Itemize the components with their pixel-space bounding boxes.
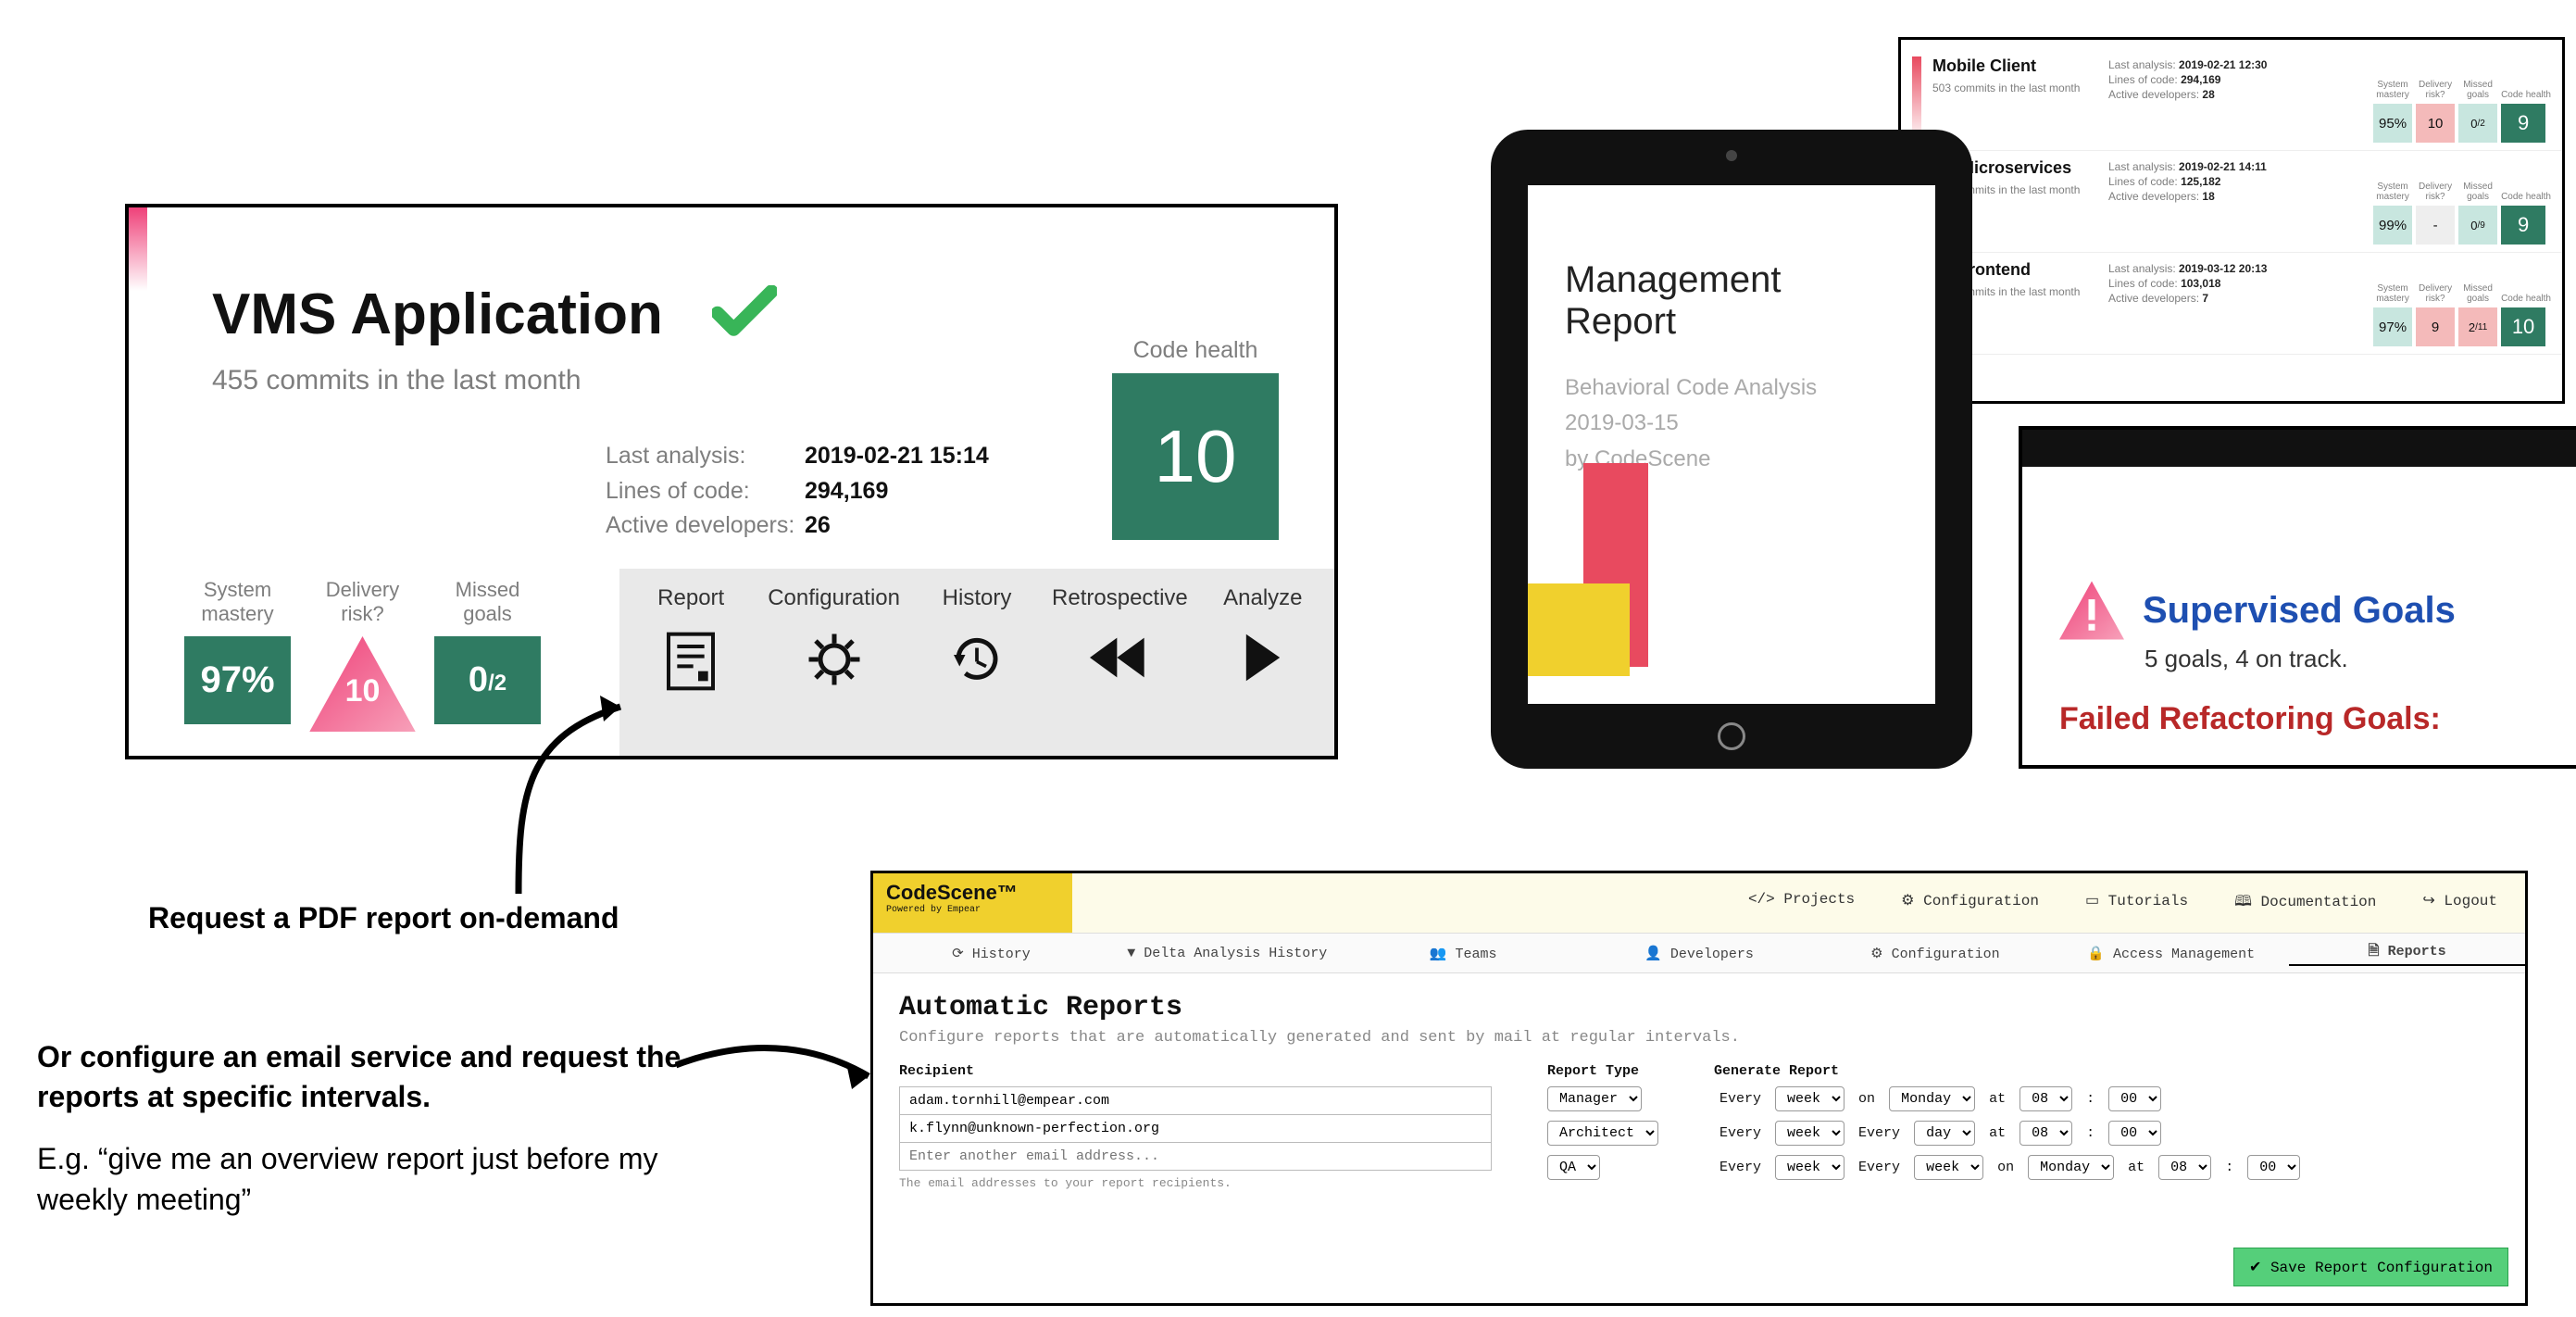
project-row-cut: Em [1901, 355, 2562, 392]
triangle-icon: 10 [309, 636, 416, 724]
failed-goals-heading: Failed Refactoring Goals: [2059, 701, 2576, 737]
goals-subtitle: 5 goals, 4 on track. [2145, 645, 2576, 673]
history-icon [949, 632, 1005, 701]
report-type-column: Report Type Manager Architect QA [1547, 1063, 1658, 1190]
day-select[interactable]: day [1914, 1121, 1975, 1146]
titlebar [2022, 430, 2576, 467]
report-type-select-1[interactable]: Manager [1547, 1086, 1642, 1111]
code-health-label: Code health [1112, 337, 1279, 364]
top-nav: </> Projects ⚙ Configuration ▭ Tutorials… [1748, 891, 2525, 916]
nav-configuration[interactable]: ⚙ Configuration [1901, 891, 2039, 916]
check-icon [712, 282, 777, 356]
ipad-mockup: Management Report Behavioral Code Analys… [1491, 130, 1972, 769]
stats-row: System mastery 97% Delivery risk? 10 Mis… [184, 578, 541, 724]
arrow-to-report [491, 681, 676, 926]
vms-application-card: VMS Application 455 commits in the last … [125, 204, 1338, 759]
brand-logo[interactable]: CodeScene™ Powered by Empear [873, 873, 1072, 933]
subnav-teams[interactable]: 👥 Teams [1345, 945, 1582, 962]
nav-logout[interactable]: ↪ Logout [2422, 891, 2497, 916]
commits-summary: 455 commits in the last month [212, 365, 581, 396]
warning-triangle-icon [2059, 578, 2124, 643]
generate-label: Generate Report [1714, 1063, 2300, 1079]
recipient-hint: The email addresses to your report recip… [899, 1176, 1492, 1190]
period-select[interactable]: week [1775, 1086, 1844, 1111]
top-bar: CodeScene™ Powered by Empear </> Project… [873, 873, 2525, 933]
page-description: Configure reports that are automatically… [899, 1029, 2499, 1047]
project-row: Mobile Client 503 commits in the last mo… [1901, 49, 2562, 151]
report-collage: Mobile Client 503 commits in the last mo… [1435, 9, 2565, 778]
subnav-reports[interactable]: 🗎 Reports [2289, 941, 2525, 966]
save-button[interactable]: ✔ Save Report Configuration [2233, 1248, 2508, 1286]
metadata-block: Last analysis:2019-02-21 15:14 Lines of … [606, 439, 989, 544]
hour-select[interactable]: 08 [2020, 1121, 2072, 1146]
projects-summary-panel: Mobile Client 503 commits in the last mo… [1898, 37, 2565, 404]
schedule-row: Every week Every week on Monday at 08 : … [1714, 1155, 2300, 1180]
codescene-reports-panel: CodeScene™ Powered by Empear </> Project… [870, 871, 2528, 1306]
note-pdf: Request a PDF report on-demand [148, 898, 704, 938]
schedule-column: Generate Report Every week on Monday at … [1714, 1063, 2300, 1190]
recipient-label: Recipient [899, 1063, 1492, 1079]
action-bar: Report Configuration History Retrospecti… [619, 569, 1334, 756]
nav-projects[interactable]: </> Projects [1748, 891, 1855, 916]
recipient-input-1[interactable] [899, 1086, 1492, 1114]
goals-title: Supervised Goals [2143, 590, 2456, 632]
arrow-to-email [667, 1028, 889, 1116]
page-heading: Automatic Reports [899, 992, 2499, 1023]
code-health-block: Code health 10 [1112, 337, 1279, 540]
period-select[interactable]: week [1775, 1121, 1844, 1146]
subnav-developers[interactable]: 👤 Developers [1582, 945, 1818, 962]
reports-body: Automatic Reports Configure reports that… [873, 973, 2525, 1209]
gear-icon [807, 632, 862, 701]
project-row: My Microservices 199 commits in the last… [1901, 151, 2562, 253]
subnav-history[interactable]: ⟳ History [873, 945, 1109, 962]
stat-system-mastery: System mastery 97% [184, 578, 291, 724]
period-select[interactable]: week [1775, 1155, 1844, 1180]
home-button-icon [1718, 722, 1745, 750]
day-select[interactable]: Monday [2028, 1155, 2114, 1180]
supervised-goals-panel: Supervised Goals 5 goals, 4 on track. Fa… [2019, 426, 2576, 769]
action-analyze[interactable]: Analyze [1192, 569, 1334, 756]
report-type-select-2[interactable]: Architect [1547, 1121, 1658, 1146]
project-row: Rx Frontend 184 commits in the last mont… [1901, 253, 2562, 355]
action-configuration[interactable]: Configuration [762, 569, 905, 756]
nav-tutorials[interactable]: ▭ Tutorials [2085, 891, 2188, 916]
app-title: VMS Application [212, 282, 663, 347]
code-health-score: 10 [1112, 373, 1279, 540]
hour-select[interactable]: 08 [2158, 1155, 2211, 1180]
camera-icon [1726, 150, 1737, 161]
play-icon [1243, 632, 1283, 697]
subnav-access[interactable]: 🔒 Access Management [2053, 945, 2289, 962]
action-retrospective[interactable]: Retrospective [1048, 569, 1191, 756]
action-history[interactable]: History [906, 569, 1048, 756]
report-cover: Management Report Behavioral Code Analys… [1528, 185, 1935, 704]
nav-documentation[interactable]: 🕮 Documentation [2234, 891, 2376, 916]
recipient-input-2[interactable] [899, 1114, 1492, 1142]
report-title: Management Report [1565, 259, 1898, 343]
yellow-square [1528, 583, 1630, 676]
hour-select[interactable]: 08 [2020, 1086, 2072, 1111]
minute-select[interactable]: 00 [2247, 1155, 2300, 1180]
card-accent [129, 207, 147, 291]
period2-select[interactable]: week [1914, 1155, 1983, 1180]
recipient-column: Recipient The email addresses to your re… [899, 1063, 1492, 1190]
report-type-label: Report Type [1547, 1063, 1658, 1079]
schedule-row: Every week on Monday at 08 : 00 [1714, 1086, 2300, 1111]
minute-select[interactable]: 00 [2108, 1121, 2161, 1146]
note-email: Or configure an email service and reques… [37, 1037, 685, 1220]
report-type-select-3[interactable]: QA [1547, 1155, 1600, 1180]
rewind-icon [1090, 632, 1149, 697]
subnav-delta[interactable]: ▼ Delta Analysis History [1109, 946, 1345, 961]
day-select[interactable]: Monday [1889, 1086, 1975, 1111]
recipient-input-new[interactable] [899, 1142, 1492, 1171]
schedule-row: Every week Every day at 08 : 00 [1714, 1121, 2300, 1146]
minute-select[interactable]: 00 [2108, 1086, 2161, 1111]
sub-nav: ⟳ History ▼ Delta Analysis History 👥 Tea… [873, 933, 2525, 973]
subnav-configuration[interactable]: ⚙ Configuration [1817, 945, 2053, 962]
stat-delivery-risk: Delivery risk? 10 [309, 578, 416, 724]
